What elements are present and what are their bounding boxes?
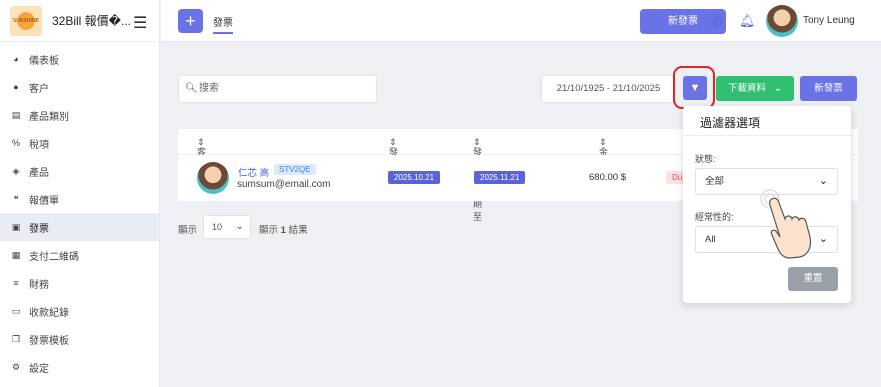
chevron-down-icon: ⌄ (235, 221, 244, 232)
sidebar-item-label: 收款紀錄 (29, 307, 69, 319)
template-icon: ❐ (11, 334, 21, 344)
menu-toggle-icon[interactable]: ☰ (133, 13, 147, 33)
user-icon: ● (13, 82, 19, 92)
gear-icon[interactable]: ⚙ (711, 13, 724, 31)
sidebar-item-payment-qr[interactable]: ▦ 支付二維碼 (0, 241, 159, 269)
sidebar-item-categories[interactable]: ▤ 產品類別 (0, 101, 159, 129)
client-avatar (197, 162, 229, 194)
status-select-value: 全部 (705, 176, 725, 187)
amount: 680.00 $ (589, 172, 626, 183)
status-label: 狀態: (695, 154, 716, 164)
recurring-label: 經常性的: (695, 212, 734, 222)
col-header-client[interactable]: 客戶 ⇕ (197, 137, 206, 170)
bell-icon[interactable]: 🔔︎ (739, 13, 756, 29)
sidebar-nav: ◕ 儀表板 ● 客户 ▤ 產品類別 % 稅項 ◈ 產品 ❝ 報價單 ▣ 發票 ▦ 支付二維碼 ≡… (0, 45, 159, 381)
new-invoice-button[interactable]: 新發票 (800, 76, 857, 101)
results-prefix: 顯示 (259, 225, 281, 236)
pointing-hand-icon (760, 189, 812, 259)
divider (683, 135, 851, 136)
sidebar-item-label: 產品 (29, 167, 49, 179)
client-email: sumsum@email.com (237, 179, 331, 190)
download-label: 下載資料 (728, 83, 767, 94)
quote-icon: ❝ (13, 194, 19, 204)
sidebar-item-quotes[interactable]: ❝ 報價單 (0, 185, 159, 213)
app-name: 32Bill 報價�... (52, 14, 131, 28)
sidebar-item-label: 產品類別 (29, 111, 69, 123)
due-date-badge: 2025.11.21 (474, 171, 526, 184)
col-header-date[interactable]: 發票日期 ⇕ (389, 137, 398, 196)
col-header-amount[interactable]: 金額 ⇕ (599, 137, 608, 170)
sidebar-item-label: 客户 (29, 83, 49, 95)
date-range-picker[interactable]: 21/10/1925 - 21/10/2025 (541, 75, 676, 103)
sidebar-item-label: 發票模板 (29, 335, 69, 347)
results-count: 顯示 1 結果 (259, 222, 308, 236)
user-name[interactable]: Tony Leung (803, 15, 855, 26)
sidebar-item-clients[interactable]: ● 客户 (0, 73, 159, 101)
sidebar-item-templates[interactable]: ❐ 發票模板 (0, 325, 159, 353)
per-page-select[interactable]: 10 ⌄ (203, 215, 251, 239)
sidebar-item-label: 報價單 (29, 195, 59, 207)
app-logo: SUNSHINE (10, 5, 42, 36)
sidebar-item-taxes[interactable]: % 稅項 (0, 129, 159, 157)
filter-button[interactable]: ▼ (683, 76, 707, 100)
sidebar-item-label: 儀表板 (29, 55, 59, 67)
sidebar-item-label: 財務 (29, 279, 49, 291)
client-name[interactable]: 仁芯 高 (238, 165, 269, 179)
add-button[interactable]: + (178, 9, 203, 33)
sidebar-item-label: 稅項 (29, 139, 49, 151)
show-label: 顯示 (178, 225, 198, 236)
sidebar-item-label: 設定 (29, 363, 49, 375)
sidebar-item-settings[interactable]: ⚙ 設定 (0, 353, 159, 381)
settings-icon: ⚙ (11, 362, 21, 372)
percent-icon: % (11, 138, 20, 148)
app-logo-text: SUNSHINE (13, 17, 39, 24)
invoice-date-badge: 2025.10.21 (388, 171, 441, 184)
chevron-down-icon: ⌄ (818, 233, 828, 245)
sidebar-item-invoices[interactable]: ▣ 發票 (0, 213, 159, 241)
topbar: + 發票 新發票 ⚙ 🔔︎ Tony Leung (161, 0, 881, 42)
sidebar-item-label: 支付二維碼 (29, 251, 79, 263)
ledger-icon: ≡ (13, 278, 19, 288)
sidebar-item-finance[interactable]: ≡ 財務 (0, 269, 159, 297)
search-icon: 🔍︎ (185, 83, 198, 94)
client-tag: STV2QE (274, 164, 316, 175)
filter-panel-title: 過濾器選項 (700, 116, 761, 130)
filter-icon: ▼ (689, 82, 701, 94)
chevron-down-icon: ⌄ (773, 83, 782, 94)
col-header-due[interactable]: 發票有效期至 ⇕ (473, 137, 482, 222)
sidebar-item-label: 發票 (29, 223, 49, 235)
sidebar-item-products[interactable]: ◈ 產品 (0, 157, 159, 185)
recurring-select-value: All (705, 234, 716, 245)
search-placeholder: 搜索 (199, 83, 219, 94)
sidebar-item-payments[interactable]: ▭ 收款紀錄 (0, 297, 159, 325)
sidebar: SUNSHINE 32Bill 報價�... ☰ ◕ 儀表板 ● 客户 ▤ 產品類別 … (0, 0, 160, 387)
reset-button[interactable]: 重置 (788, 267, 838, 291)
results-suffix: 結果 (285, 225, 308, 236)
list-icon: ▤ (11, 110, 21, 120)
avatar[interactable] (766, 5, 798, 37)
per-page-value: 10 (212, 222, 223, 232)
money-icon: ▭ (11, 306, 21, 316)
dashboard-icon: ◕ (13, 54, 19, 64)
file-icon: ▣ (11, 222, 21, 232)
chevron-down-icon: ⌄ (818, 175, 828, 187)
qr-icon: ▦ (11, 250, 21, 260)
sidebar-item-dashboard[interactable]: ◕ 儀表板 (0, 45, 159, 73)
search-input[interactable]: 🔍︎ 搜索 (178, 75, 377, 103)
box-icon: ◈ (12, 166, 20, 176)
download-button[interactable]: 下載資料 ⌄ (716, 76, 794, 101)
tab-invoices[interactable]: 發票 (213, 14, 233, 34)
